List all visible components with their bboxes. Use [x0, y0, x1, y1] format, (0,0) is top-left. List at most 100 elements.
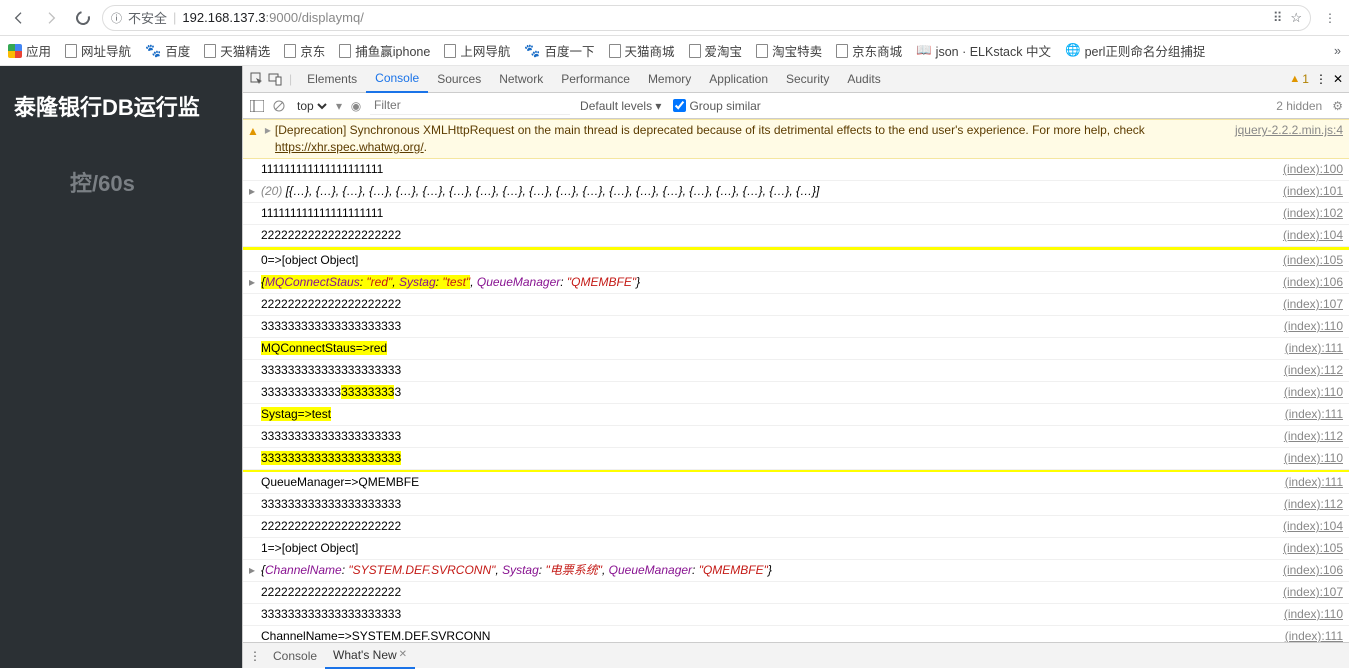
source-link[interactable]: (index):101	[1273, 183, 1343, 200]
live-expression-icon[interactable]: ◉	[348, 98, 364, 114]
bookmark-label: 爱淘宝	[705, 41, 743, 60]
bookmark-item[interactable]: 上网导航	[444, 41, 510, 60]
device-icon[interactable]	[267, 71, 283, 87]
back-button[interactable]	[6, 5, 32, 31]
translate-icon[interactable]: ⠿	[1273, 10, 1283, 26]
devtools-close[interactable]: ✕	[1333, 72, 1343, 86]
levels-select[interactable]: Default levels ▾	[580, 99, 661, 113]
devtools-tab-memory[interactable]: Memory	[639, 66, 700, 93]
console-row: 1=>[object Object](index):105	[243, 538, 1349, 560]
drawer-tab[interactable]: What's New✕	[325, 643, 415, 669]
devtools-tab-audits[interactable]: Audits	[838, 66, 889, 93]
console-row: Systag=>test(index):111	[243, 404, 1349, 426]
devtools-tab-performance[interactable]: Performance	[552, 66, 639, 93]
drawer-menu[interactable]: ⋮	[249, 649, 261, 663]
log-message: 333333333333333333333	[261, 496, 1274, 513]
close-icon[interactable]: ✕	[399, 649, 407, 660]
settings-icon[interactable]: ⚙	[1332, 99, 1343, 113]
bookmark-item[interactable]: 🌐perl正则命名分组捕捉	[1065, 41, 1205, 60]
source-link[interactable]: (index):110	[1274, 450, 1343, 467]
omnibox[interactable]: ⓘ 不安全 | 192.168.137.3:9000/displaymq/ ⠿ …	[102, 5, 1311, 31]
sidebar-toggle-icon[interactable]	[249, 98, 265, 114]
bookmark-label: 百度	[165, 41, 190, 60]
source-link[interactable]: (index):111	[1275, 406, 1343, 423]
expand-icon[interactable]: ▸	[265, 122, 271, 139]
deprecation-warning: ▲ ▸ [Deprecation] Synchronous XMLHttpReq…	[243, 119, 1349, 159]
warnings-badge[interactable]: ▲1	[1289, 72, 1309, 86]
devtools-tab-network[interactable]: Network	[490, 66, 552, 93]
bookmark-item[interactable]: 天猫精选	[204, 41, 270, 60]
file-icon	[284, 44, 296, 58]
source-link[interactable]: (index):105	[1273, 540, 1343, 557]
bookmark-item[interactable]: 淘宝特卖	[756, 41, 822, 60]
bookmark-item[interactable]: 京东商城	[836, 41, 902, 60]
devtools-tab-sources[interactable]: Sources	[428, 66, 490, 93]
clear-console-icon[interactable]	[271, 98, 287, 114]
star-icon[interactable]: ☆	[1290, 10, 1302, 26]
devtools-tab-elements[interactable]: Elements	[298, 66, 366, 93]
source-link[interactable]: (index):106	[1273, 562, 1343, 579]
drawer-tab[interactable]: Console	[265, 643, 325, 669]
bookmark-item[interactable]: 🐾百度	[145, 41, 190, 60]
log-message: Systag=>test	[261, 406, 1275, 423]
source-link[interactable]: (index):110	[1274, 606, 1343, 623]
source-link[interactable]: (index):112	[1274, 362, 1343, 379]
source-link[interactable]: (index):111	[1275, 474, 1343, 491]
bookmark-item[interactable]: 🐾百度一下	[524, 41, 594, 60]
filter-input[interactable]	[370, 96, 570, 115]
bookmark-label: 天猫商城	[625, 41, 675, 60]
source-link[interactable]: (index):112	[1274, 496, 1343, 513]
bookmark-item[interactable]: 天猫商城	[609, 41, 675, 60]
source-link[interactable]: (index):107	[1273, 584, 1343, 601]
expand-icon[interactable]: ▸	[249, 274, 255, 291]
log-message: {ChannelName: "SYSTEM.DEF.SVRCONN", Syst…	[261, 562, 1273, 579]
source-link[interactable]: (index):107	[1273, 296, 1343, 313]
paw-icon: 🐾	[145, 43, 161, 59]
file-icon	[609, 44, 621, 58]
warning-icon: ▲	[247, 123, 259, 140]
bookmarks-bar: 应用 网址导航 🐾百度天猫精选京东 捕鱼赢iphone 上网导航 🐾百度一下 天猫商城 爱淘…	[0, 36, 1349, 66]
bookmark-label: 捕鱼赢iphone	[355, 41, 430, 60]
devtools-tabs: | ElementsConsoleSourcesNetworkPerforman…	[243, 66, 1349, 93]
source-link[interactable]: (index):104	[1273, 518, 1343, 535]
source-link[interactable]: (index):106	[1273, 274, 1343, 291]
source-link[interactable]: (index):111	[1275, 628, 1343, 642]
source-link[interactable]: (index):100	[1273, 161, 1343, 178]
book-icon: 📖	[916, 43, 932, 58]
devtools-tab-console[interactable]: Console	[366, 66, 428, 93]
expand-icon[interactable]: ▸	[249, 562, 255, 579]
devtools-menu[interactable]: ⋮	[1315, 72, 1327, 86]
expand-icon[interactable]: ▸	[249, 183, 255, 200]
source-link[interactable]: (index):104	[1273, 227, 1343, 244]
console-row: 222222222222222222222(index):104	[243, 516, 1349, 538]
source-link[interactable]: (index):105	[1273, 252, 1343, 269]
console-row: 222222222222222222222(index):104	[243, 225, 1349, 247]
apps-button[interactable]: 应用	[8, 41, 51, 60]
devtools-drawer: ⋮ ConsoleWhat's New✕	[243, 642, 1349, 668]
bookmark-item[interactable]: 京东	[284, 41, 325, 60]
bookmark-item[interactable]: 爱淘宝	[689, 41, 743, 60]
bookmark-item[interactable]: 📖json · ELKstack 中文	[916, 41, 1051, 60]
console-row: ▸ {ChannelName: "SYSTEM.DEF.SVRCONN", Sys…	[243, 560, 1349, 582]
source-link[interactable]: (index):102	[1273, 205, 1343, 222]
source-link[interactable]: (index):111	[1275, 340, 1343, 357]
source-link[interactable]: (index):112	[1274, 428, 1343, 445]
context-select[interactable]: top	[293, 98, 330, 114]
source-link[interactable]: jquery-2.2.2.min.js:4	[1225, 122, 1343, 139]
reload-button[interactable]	[70, 5, 96, 31]
bookmark-item[interactable]: 捕鱼赢iphone	[339, 41, 430, 60]
bookmarks-overflow[interactable]: »	[1334, 44, 1341, 58]
file-icon	[65, 44, 77, 58]
bookmark-item[interactable]: 网址导航	[65, 41, 131, 60]
spec-link[interactable]: https://xhr.spec.whatwg.org/	[275, 140, 424, 154]
devtools-tab-application[interactable]: Application	[700, 66, 777, 93]
devtools-tab-security[interactable]: Security	[777, 66, 838, 93]
forward-button[interactable]	[38, 5, 64, 31]
menu-button[interactable]: ⋮	[1317, 5, 1343, 31]
group-similar-checkbox[interactable]: Group similar	[673, 99, 760, 113]
console-log-area[interactable]: ▲ ▸ [Deprecation] Synchronous XMLHttpReq…	[243, 119, 1349, 642]
console-row: QueueManager=>QMEMBFE(index):111	[243, 470, 1349, 494]
source-link[interactable]: (index):110	[1274, 318, 1343, 335]
source-link[interactable]: (index):110	[1274, 384, 1343, 401]
inspect-icon[interactable]	[249, 71, 265, 87]
